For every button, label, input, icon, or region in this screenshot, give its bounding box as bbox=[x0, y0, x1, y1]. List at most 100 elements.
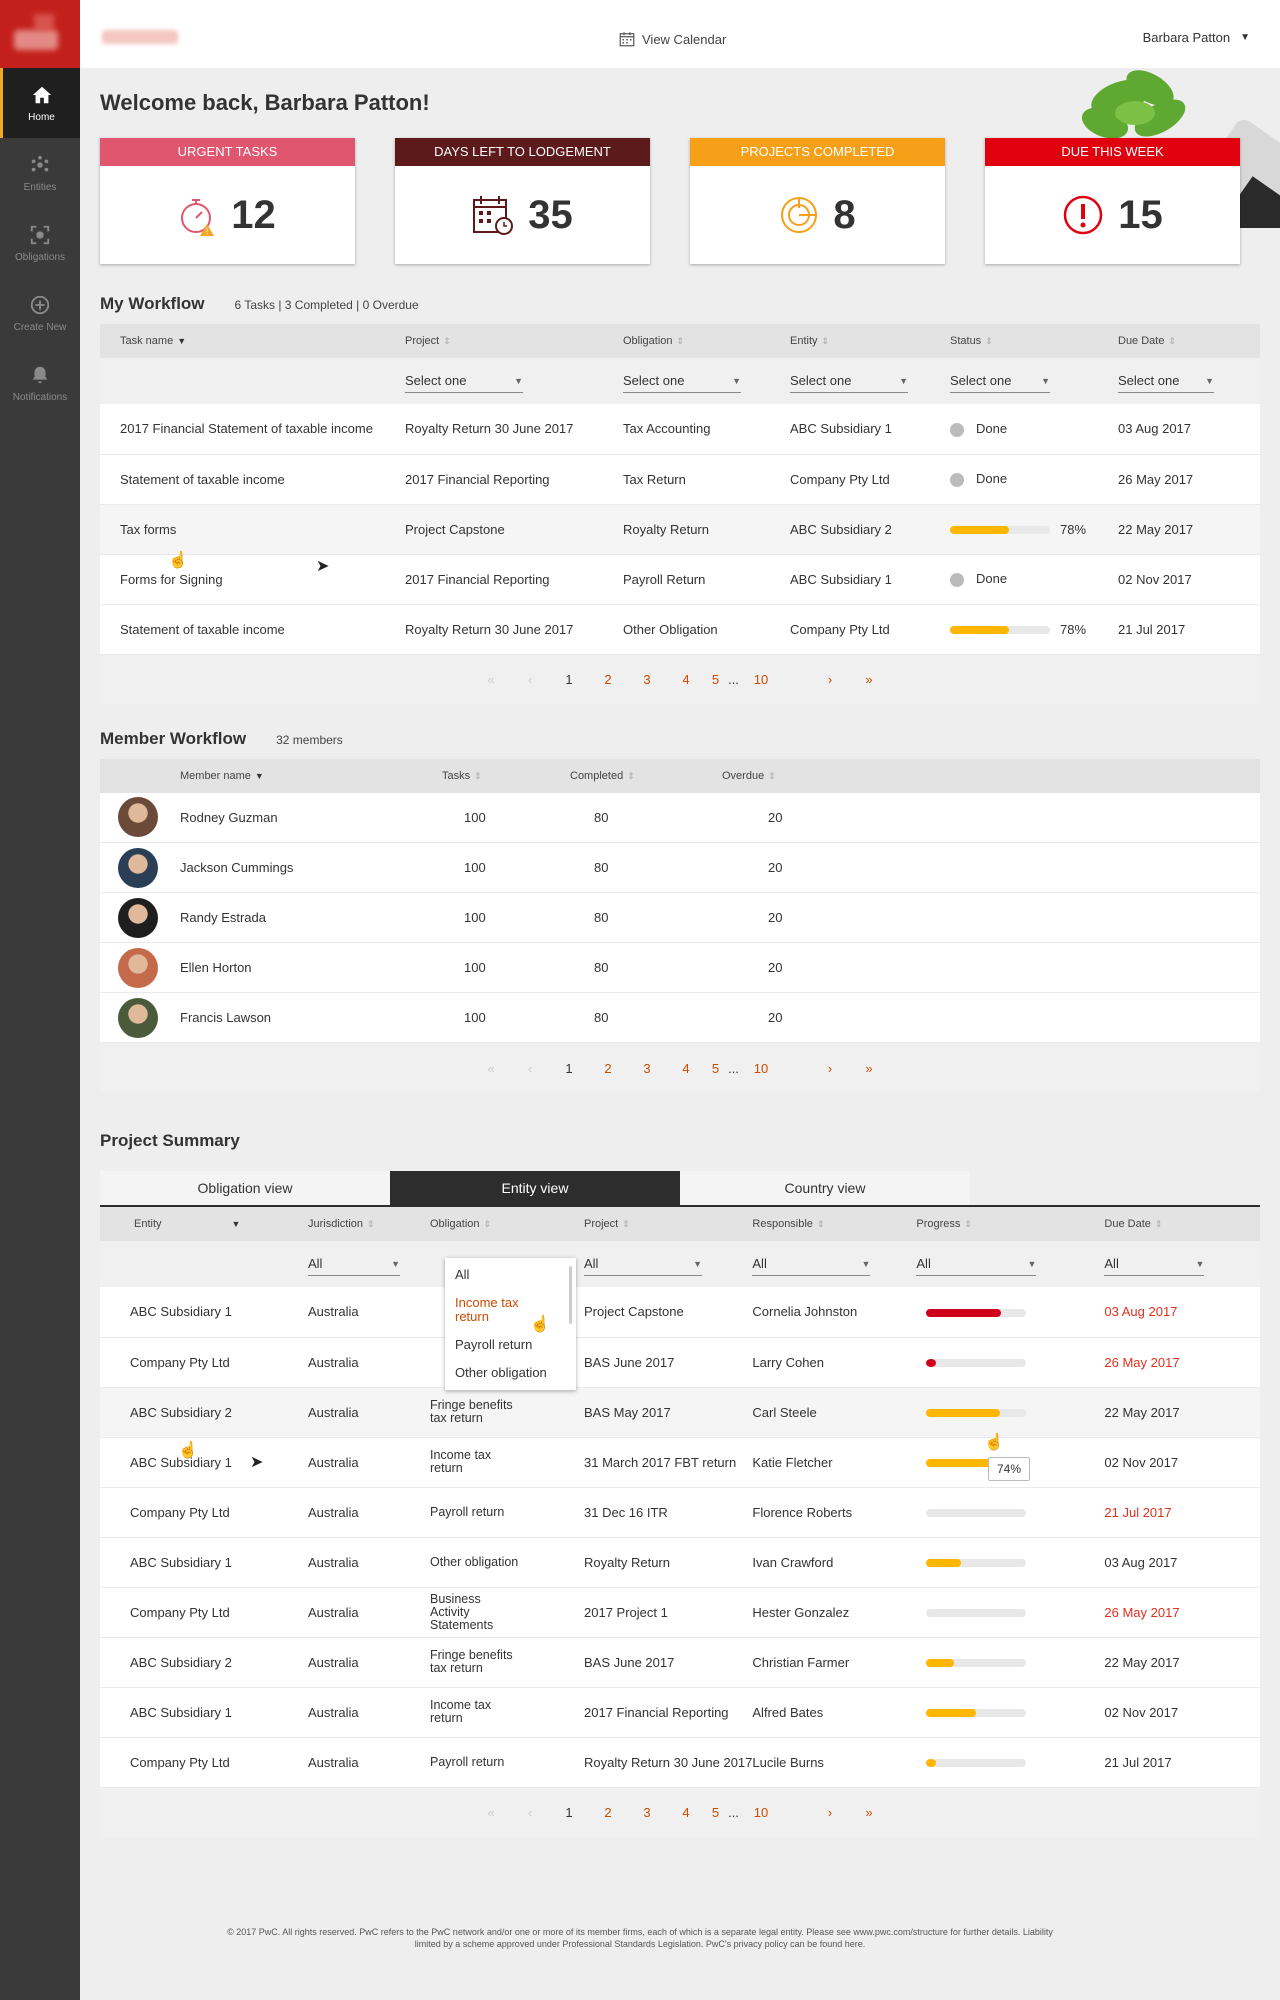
col-due-date[interactable]: Due Date ⇕ bbox=[1118, 324, 1260, 358]
obligation-filter[interactable]: Select one ▼ bbox=[623, 369, 741, 393]
col-status[interactable]: Status ⇕ bbox=[950, 324, 1118, 358]
days-left-card[interactable]: DAYS LEFT TO LODGEMENT 35 bbox=[395, 138, 650, 264]
col-progress[interactable]: Progress ⇕ bbox=[916, 1207, 1105, 1241]
page-3[interactable]: 3 bbox=[628, 1805, 667, 1820]
responsible-filter[interactable]: All ▼ bbox=[752, 1252, 871, 1276]
col-completed[interactable]: Completed ⇕ bbox=[570, 758, 722, 793]
table-row[interactable]: Ellen Horton 100 80 20 bbox=[100, 942, 1260, 993]
last-page-button[interactable]: » bbox=[850, 672, 889, 687]
member-name[interactable]: Rodney Guzman bbox=[180, 810, 278, 825]
table-row[interactable]: ABC Subsidiary 1 Australia Income tax re… bbox=[100, 1437, 1260, 1488]
view-calendar-button[interactable]: View Calendar bbox=[618, 30, 726, 48]
progress-bar[interactable] bbox=[926, 1359, 1027, 1368]
nav-create-new[interactable]: Create New bbox=[0, 278, 80, 348]
col-tasks[interactable]: Tasks ⇕ bbox=[442, 758, 570, 793]
entity-filter[interactable]: Select one ▼ bbox=[790, 369, 908, 393]
col-due-date[interactable]: Due Date ⇕ bbox=[1104, 1207, 1260, 1241]
col-entity[interactable]: Entity ▼ bbox=[100, 1207, 308, 1241]
task-name[interactable]: Tax forms bbox=[120, 522, 176, 537]
due-date-filter[interactable]: All ▼ bbox=[1104, 1252, 1205, 1276]
next-page-button[interactable]: › bbox=[811, 1805, 850, 1820]
tab-obligation-view[interactable]: Obligation view bbox=[100, 1171, 390, 1205]
table-row[interactable]: Company Pty Ltd Australia Payroll return… bbox=[100, 1487, 1260, 1538]
next-page-button[interactable]: › bbox=[811, 672, 850, 687]
member-name[interactable]: Ellen Horton bbox=[180, 960, 252, 975]
table-row[interactable]: Company Pty Ltd Australia BAS June 2017 … bbox=[100, 1337, 1260, 1388]
page-2[interactable]: 2 bbox=[589, 1805, 628, 1820]
project-filter[interactable]: All ▼ bbox=[584, 1252, 702, 1276]
dropdown-scrollbar[interactable] bbox=[569, 1266, 572, 1324]
tab-entity-view[interactable]: Entity view bbox=[390, 1171, 680, 1205]
projects-completed-card[interactable]: PROJECTS COMPLETED 8 bbox=[690, 138, 945, 264]
progress-bar[interactable] bbox=[926, 1559, 1027, 1568]
table-row[interactable]: Jackson Cummings 100 80 20 bbox=[100, 842, 1260, 893]
progress-bar[interactable] bbox=[926, 1709, 1027, 1718]
jurisdiction-filter[interactable]: All ▼ bbox=[308, 1252, 400, 1276]
col-jurisdiction[interactable]: Jurisdiction ⇕ bbox=[308, 1207, 430, 1241]
table-row[interactable]: Rodney Guzman 100 80 20 bbox=[100, 792, 1260, 843]
obligation-filter-dropdown[interactable]: All Income tax return Payroll return Oth… bbox=[445, 1258, 576, 1390]
page-4[interactable]: 4 bbox=[667, 672, 706, 687]
task-name[interactable]: 2017 Financial Statement of taxable inco… bbox=[120, 421, 373, 436]
dropdown-option-other-obligation[interactable]: Other obligation bbox=[455, 1366, 566, 1380]
table-row[interactable]: 2017 Financial Statement of taxable inco… bbox=[100, 404, 1260, 455]
first-page-button[interactable]: « bbox=[472, 1805, 511, 1820]
due-date-filter[interactable]: Select one ▼ bbox=[1118, 369, 1214, 393]
table-row[interactable]: Statement of taxable income Royalty Retu… bbox=[100, 604, 1260, 655]
table-row[interactable]: ABC Subsidiary 1 Australia Income tax re… bbox=[100, 1687, 1260, 1738]
next-page-button[interactable]: › bbox=[811, 1061, 850, 1076]
page-1[interactable]: 1 bbox=[550, 1805, 589, 1820]
progress-bar[interactable] bbox=[926, 1308, 1027, 1317]
urgent-tasks-card[interactable]: URGENT TASKS ! 12 bbox=[100, 138, 355, 264]
page-4[interactable]: 4 bbox=[667, 1061, 706, 1076]
first-page-button[interactable]: « bbox=[472, 1061, 511, 1076]
table-row[interactable]: Randy Estrada 100 80 20 bbox=[100, 892, 1260, 943]
progress-bar[interactable] bbox=[926, 1409, 1027, 1418]
col-obligation[interactable]: Obligation ⇕ bbox=[623, 324, 790, 358]
status-filter[interactable]: Select one ▼ bbox=[950, 369, 1050, 393]
task-name[interactable]: Forms for Signing bbox=[120, 572, 223, 587]
page-10[interactable]: 10 bbox=[742, 672, 781, 687]
table-row[interactable]: Company Pty Ltd Australia Payroll return… bbox=[100, 1737, 1260, 1788]
page-1[interactable]: 1 bbox=[550, 1061, 589, 1076]
due-this-week-card[interactable]: DUE THIS WEEK 15 bbox=[985, 138, 1240, 264]
table-row[interactable]: Francis Lawson 100 80 20 bbox=[100, 992, 1260, 1043]
page-3[interactable]: 3 bbox=[628, 1061, 667, 1076]
task-name[interactable]: Statement of taxable income bbox=[120, 622, 285, 637]
progress-filter[interactable]: All ▼ bbox=[916, 1252, 1037, 1276]
col-project[interactable]: Project ⇕ bbox=[405, 324, 623, 358]
nav-entities[interactable]: Entities bbox=[0, 138, 80, 208]
task-name[interactable]: Statement of taxable income bbox=[120, 472, 285, 487]
member-name[interactable]: Jackson Cummings bbox=[180, 860, 293, 875]
table-row[interactable]: Forms for Signing 2017 Financial Reporti… bbox=[100, 554, 1260, 605]
dropdown-option-income-tax-return[interactable]: Income tax return bbox=[455, 1296, 525, 1324]
col-task-name[interactable]: Task name ▼ bbox=[100, 324, 405, 358]
table-row[interactable]: ABC Subsidiary 1 Australia Project Capst… bbox=[100, 1287, 1260, 1338]
table-row[interactable]: ABC Subsidiary 2 Australia Fringe benefi… bbox=[100, 1637, 1260, 1688]
first-page-button[interactable]: « bbox=[472, 672, 511, 687]
project-filter[interactable]: Select one ▼ bbox=[405, 369, 523, 393]
page-4[interactable]: 4 bbox=[667, 1805, 706, 1820]
page-5[interactable]: 5 bbox=[706, 1805, 726, 1820]
table-row[interactable]: ABC Subsidiary 1 Australia Other obligat… bbox=[100, 1537, 1260, 1588]
page-2[interactable]: 2 bbox=[589, 672, 628, 687]
dropdown-option-all[interactable]: All bbox=[455, 1268, 566, 1282]
progress-bar[interactable] bbox=[926, 1659, 1027, 1668]
page-2[interactable]: 2 bbox=[589, 1061, 628, 1076]
progress-bar[interactable] bbox=[926, 1609, 1027, 1618]
progress-bar[interactable] bbox=[926, 1759, 1027, 1768]
table-row[interactable]: Tax forms Project Capstone Royalty Retur… bbox=[100, 504, 1260, 555]
prev-page-button[interactable]: ‹ bbox=[511, 672, 550, 687]
col-entity[interactable]: Entity ⇕ bbox=[790, 324, 950, 358]
progress-bar[interactable] bbox=[926, 1509, 1027, 1518]
last-page-button[interactable]: » bbox=[850, 1805, 889, 1820]
table-row[interactable]: Company Pty Ltd Australia Business Activ… bbox=[100, 1587, 1260, 1638]
nav-obligations[interactable]: Obligations bbox=[0, 208, 80, 278]
page-10[interactable]: 10 bbox=[742, 1805, 781, 1820]
col-overdue[interactable]: Overdue ⇕ bbox=[722, 758, 1260, 793]
last-page-button[interactable]: » bbox=[850, 1061, 889, 1076]
col-project[interactable]: Project ⇕ bbox=[584, 1207, 753, 1241]
col-obligation[interactable]: Obligation ⇕ bbox=[430, 1207, 584, 1241]
table-row[interactable]: ABC Subsidiary 2 Australia Fringe benefi… bbox=[100, 1387, 1260, 1438]
page-3[interactable]: 3 bbox=[628, 672, 667, 687]
